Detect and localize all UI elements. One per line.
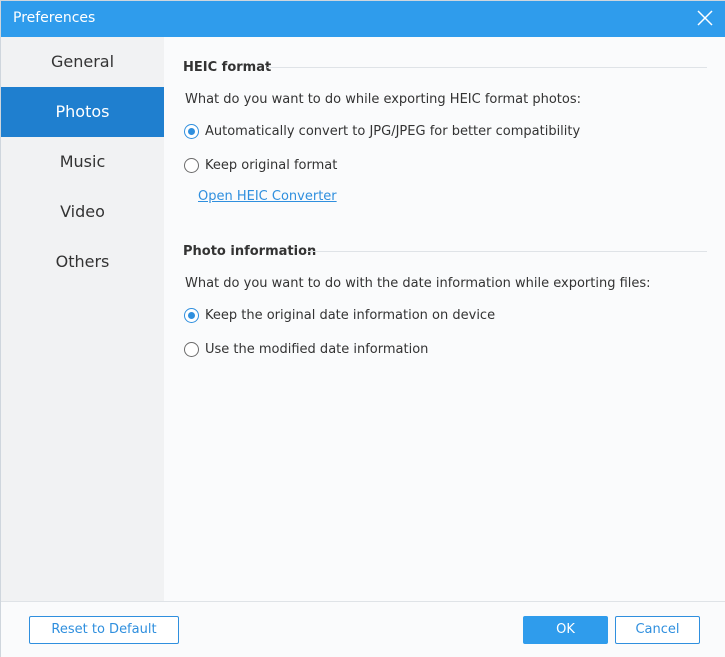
radio-unchecked[interactable] — [184, 158, 199, 173]
ok-button[interactable]: OK — [523, 616, 608, 644]
sidebar-item-music[interactable]: Music — [1, 137, 164, 187]
photo-info-section-title: Photo information — [183, 244, 317, 259]
date-option-modified-label: Use the modified date information — [205, 342, 429, 357]
close-button[interactable] — [694, 7, 716, 29]
photo-info-question: What do you want to do with the date inf… — [185, 276, 651, 291]
preferences-dialog: Preferences General Photos Music Video O… — [0, 0, 725, 657]
heic-question: What do you want to do while exporting H… — [185, 92, 581, 107]
radio-checked[interactable] — [184, 308, 199, 323]
radio-unchecked[interactable] — [184, 342, 199, 357]
radio-checked[interactable] — [184, 124, 199, 139]
sidebar-item-photos[interactable]: Photos — [1, 87, 164, 137]
sidebar-item-video[interactable]: Video — [1, 187, 164, 237]
heic-option-keep-original-label: Keep original format — [205, 158, 338, 173]
content-panel: HEIC format What do you want to do while… — [164, 37, 725, 601]
date-option-keep-original-label: Keep the original date information on de… — [205, 308, 496, 323]
heic-section-title: HEIC format — [183, 60, 272, 75]
heic-section-divider — [267, 67, 707, 68]
cancel-button[interactable]: Cancel — [615, 616, 700, 644]
heic-option-convert-label: Automatically convert to JPG/JPEG for be… — [205, 124, 581, 139]
photo-info-section-divider — [306, 251, 707, 252]
dialog-footer: Reset to Default OK Cancel — [1, 601, 725, 657]
open-heic-converter-link[interactable]: Open HEIC Converter — [198, 189, 337, 204]
title-bar: Preferences — [1, 1, 725, 37]
sidebar: General Photos Music Video Others — [1, 37, 164, 601]
sidebar-item-others[interactable]: Others — [1, 237, 164, 287]
reset-to-default-button[interactable]: Reset to Default — [29, 616, 179, 644]
sidebar-item-general[interactable]: General — [1, 37, 164, 87]
close-icon — [697, 10, 713, 26]
window-title: Preferences — [13, 10, 96, 26]
